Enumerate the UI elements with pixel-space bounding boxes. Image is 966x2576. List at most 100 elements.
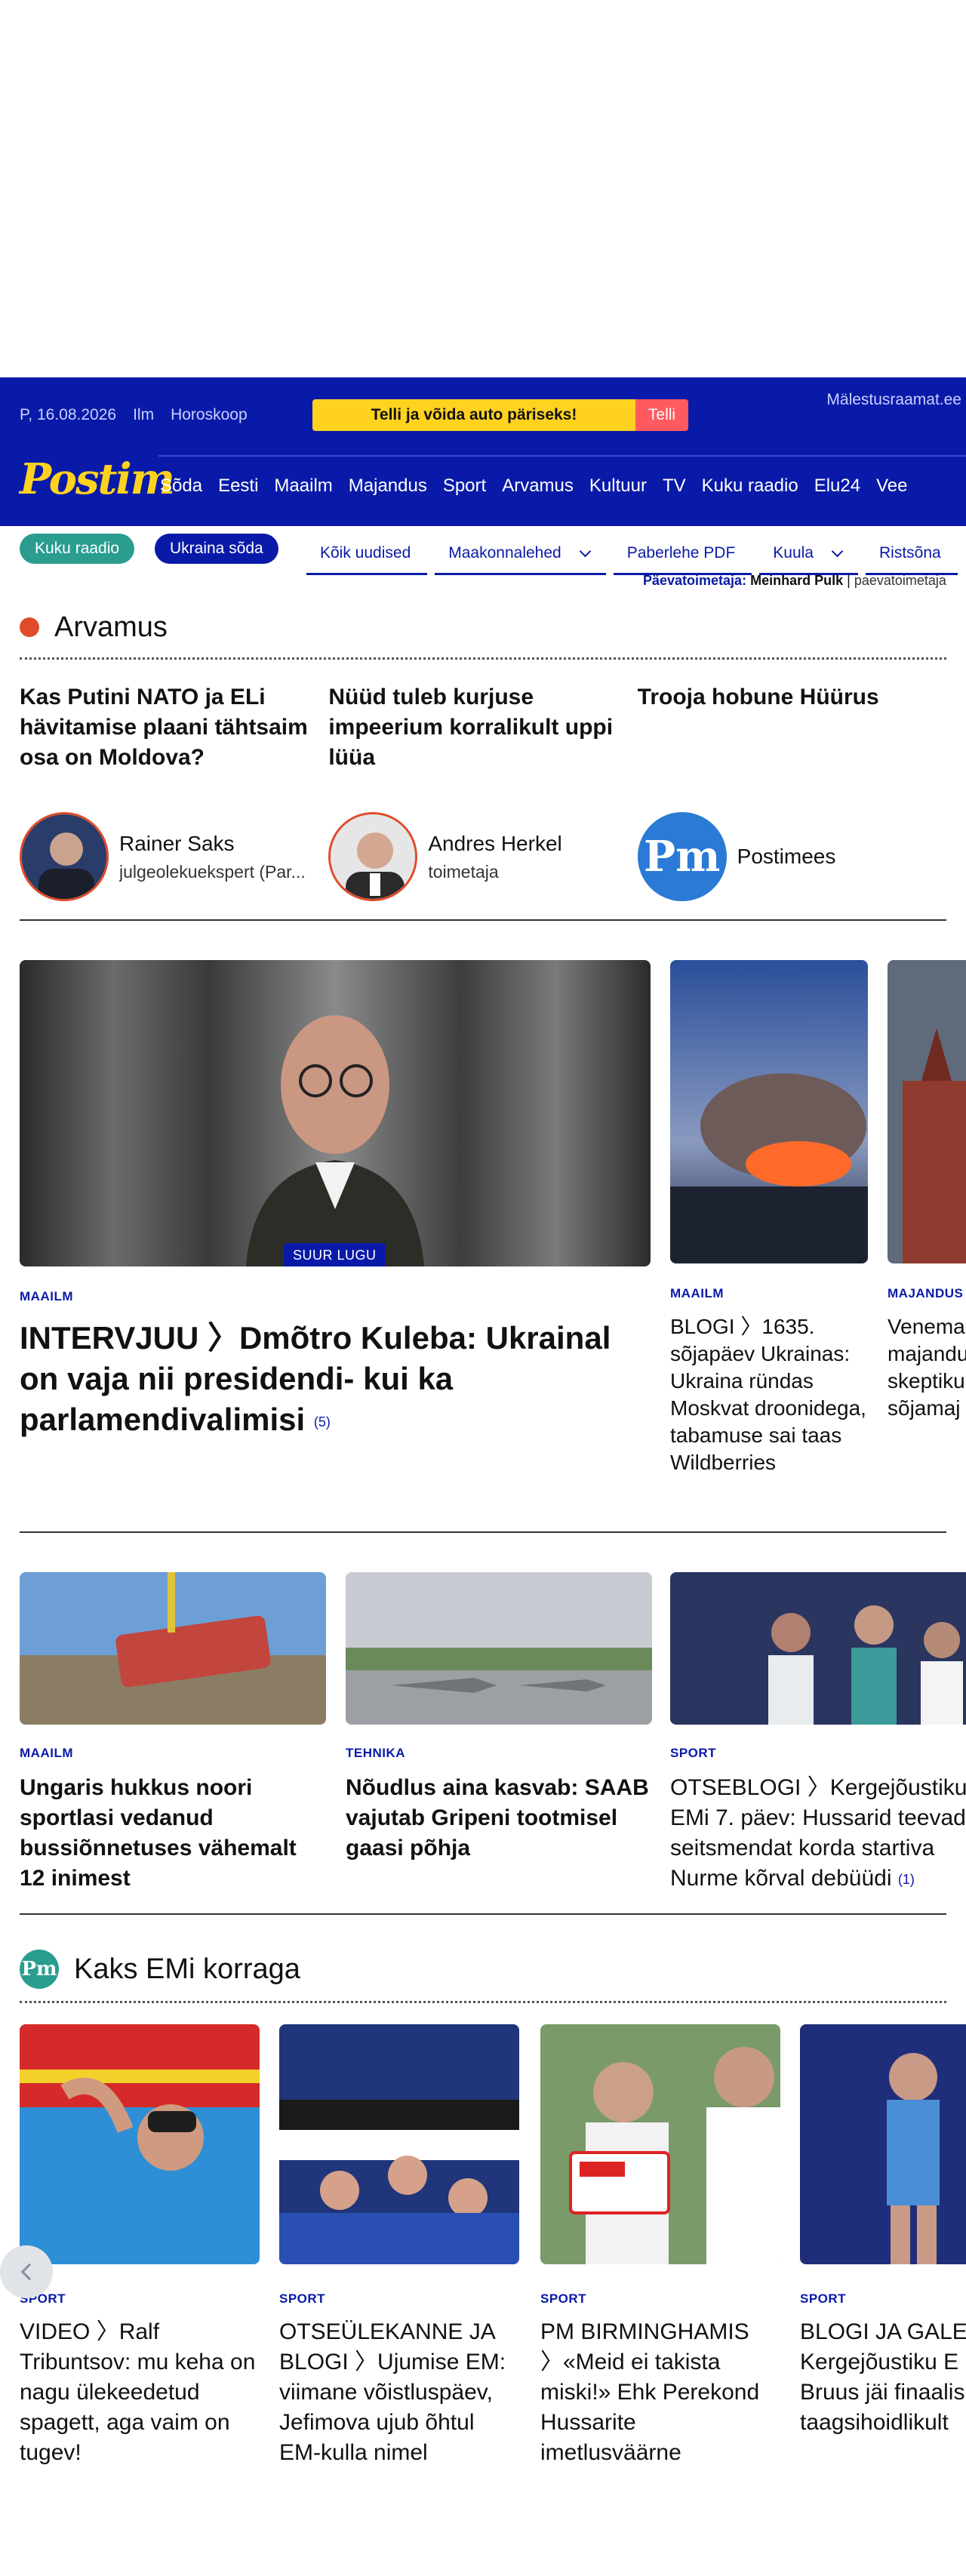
section-divider	[20, 919, 946, 921]
story-card[interactable]: SPORT VIDEO 〉Ralf Tribuntsov: mu keha on…	[20, 2024, 260, 2468]
postimees-logo[interactable]: Postim	[20, 454, 175, 504]
category-label[interactable]: MAAILM	[20, 1746, 326, 1761]
category-label[interactable]: MAAILM	[670, 1286, 868, 1301]
carousel-prev-button[interactable]	[0, 2245, 53, 2298]
category-label[interactable]: MAJANDUS	[888, 1286, 966, 1301]
story-title[interactable]: OTSEBLOGI 〉Kergejõustiku EMi 7. päev: Hu…	[670, 1775, 966, 1891]
opinion-card[interactable]: Kas Putini NATO ja ELi hävitamise plaani…	[20, 682, 328, 901]
author-name[interactable]: Postimees	[737, 845, 836, 869]
nav-item-eesti[interactable]: Eesti	[218, 475, 258, 497]
subnav-ristsona[interactable]: Ristsõna	[866, 534, 958, 575]
story-card[interactable]: SPORT OTSEÜLEKANNE JA BLOGI 〉Ujumise EM:…	[279, 2024, 519, 2468]
story-card[interactable]: SPORT BLOGI JA GALE Kergejõustiku E päev…	[800, 2024, 966, 2438]
author-role: julgeolekuekspert (Par...	[119, 861, 306, 882]
subscribe-promo[interactable]: Telli ja võida auto päriseks! Telli	[312, 399, 688, 431]
category-label[interactable]: MAAILM	[20, 1289, 651, 1304]
nav-item-vee[interactable]: Vee	[876, 475, 907, 497]
arvamus-section: Arvamus Kas Putini NATO ja ELi hävitamis…	[0, 597, 966, 921]
editor-email[interactable]: paevatoimetaja	[854, 573, 946, 588]
story-image[interactable]	[346, 1572, 652, 1725]
nav-item-soda[interactable]: Sõda	[160, 475, 202, 497]
author-name[interactable]: Andres Herkel	[428, 832, 632, 856]
subnav-koik-uudised[interactable]: Kõik uudised	[306, 534, 428, 575]
subscribe-button[interactable]: Telli	[635, 399, 688, 431]
nav-item-kuku-raadio[interactable]: Kuku raadio	[702, 475, 798, 497]
sub-nav: Kõik uudised Maakonnalehed Paberlehe PDF…	[306, 534, 965, 575]
story-card[interactable]: MAAILM Ungaris hukkus noori sportlasi ve…	[20, 1572, 326, 1894]
nav-item-sport[interactable]: Sport	[443, 475, 486, 497]
pill-ukraina-soda[interactable]: Ukraina sõda	[155, 534, 278, 564]
promo-text[interactable]: Telli ja võida auto päriseks!	[312, 399, 635, 431]
section-title[interactable]: Arvamus	[54, 611, 168, 644]
story-image[interactable]	[540, 2024, 780, 2264]
story-image[interactable]	[800, 2024, 966, 2264]
opinion-title[interactable]: Kas Putini NATO ja ELi hävitamise plaani…	[20, 682, 328, 812]
story-image[interactable]	[20, 2024, 260, 2264]
avatar	[328, 812, 418, 901]
main-nav: Sõda Eesti Maailm Majandus Sport Arvamus…	[160, 475, 923, 497]
comment-count[interactable]: (1)	[898, 1872, 915, 1887]
lead-image[interactable]: SUUR LUGU	[20, 960, 651, 1266]
story-title[interactable]: BLOGI JA GALE Kergejõustiku E päev: Bruu…	[800, 2317, 966, 2438]
nav-item-majandus[interactable]: Majandus	[349, 475, 427, 497]
category-label[interactable]: SPORT	[670, 1746, 966, 1761]
nav-item-maailm[interactable]: Maailm	[274, 475, 332, 497]
subnav-maakonnalehed[interactable]: Maakonnalehed	[435, 534, 606, 575]
malestusraamat-link[interactable]: Mälestusraamat.ee	[826, 391, 961, 409]
chevron-down-icon	[831, 545, 844, 557]
dotted-divider	[20, 657, 946, 660]
category-label[interactable]: SPORT	[540, 2291, 780, 2307]
story-title[interactable]: Ungaris hukkus noori sportlasi vedanud b…	[20, 1773, 326, 1894]
story-image[interactable]	[20, 1572, 326, 1725]
subnav-label: Paberlehe PDF	[626, 544, 736, 562]
lead-story[interactable]: SUUR LUGU MAAILM INTERVJUU 〉Dmõtro Kuleb…	[20, 960, 651, 1442]
section-dot-icon	[20, 617, 39, 637]
lead-section: SUUR LUGU MAAILM INTERVJUU 〉Dmõtro Kuleb…	[0, 960, 966, 1534]
side-story[interactable]: MAAILM BLOGI 〉1635. sõjapäev Ukrainas: U…	[670, 960, 868, 1476]
nav-item-kultuur[interactable]: Kultuur	[589, 475, 647, 497]
horoscope-link[interactable]: Horoskoop	[171, 406, 248, 424]
story-card[interactable]: SPORT OTSEBLOGI 〉Kergejõustiku EMi 7. pä…	[670, 1572, 966, 1894]
opinion-title[interactable]: Trooja hobune Hüürus	[638, 682, 946, 812]
opinion-card[interactable]: Nüüd tuleb kurjuse impeerium korralikult…	[328, 682, 637, 901]
subnav-label: Maakonnalehed	[448, 544, 561, 562]
section-title[interactable]: Kaks EMi korraga	[74, 1953, 300, 1986]
category-label[interactable]: SPORT	[279, 2291, 519, 2307]
story-title[interactable]: BLOGI 〉1635. sõjapäev Ukrainas: Ukraina …	[670, 1313, 868, 1476]
postimees-logo-icon: Pm	[20, 1950, 59, 1989]
chevron-down-icon	[579, 545, 591, 557]
story-title[interactable]: VIDEO 〉Ralf Tribuntsov: mu keha on nagu …	[20, 2317, 260, 2468]
subnav-kuula[interactable]: Kuula	[759, 534, 858, 575]
header-divider	[158, 455, 966, 457]
story-title[interactable]: Nõudlus aina kasvab: SAAB vajutab Gripen…	[346, 1773, 652, 1864]
category-label[interactable]: SPORT	[800, 2291, 966, 2307]
author-name[interactable]: Rainer Saks	[119, 832, 323, 856]
story-card[interactable]: SPORT PM BIRMINGHAMIS 〉«Meid ei takista …	[540, 2024, 780, 2468]
opinion-title[interactable]: Nüüd tuleb kurjuse impeerium korralikult…	[328, 682, 637, 812]
story-image[interactable]	[279, 2024, 519, 2264]
author-role: toimetaja	[428, 861, 499, 882]
story-image[interactable]	[888, 960, 966, 1263]
story-card[interactable]: TEHNIKA Nõudlus aina kasvab: SAAB vajuta…	[346, 1572, 652, 1864]
subnav-paberlehe-pdf[interactable]: Paberlehe PDF	[613, 534, 752, 575]
nav-item-elu24[interactable]: Elu24	[814, 475, 860, 497]
story-image[interactable]	[670, 1572, 966, 1725]
story-title[interactable]: PM BIRMINGHAMIS 〉«Meid ei takista miski!…	[540, 2317, 780, 2468]
dotted-divider	[20, 2001, 946, 2003]
pill-kuku-raadio[interactable]: Kuku raadio	[20, 534, 135, 564]
chevron-left-icon	[20, 2263, 38, 2281]
ad-space	[0, 0, 966, 377]
weather-link[interactable]: Ilm	[133, 406, 154, 424]
category-label[interactable]: SPORT	[20, 2291, 260, 2307]
side-story[interactable]: MAJANDUS Venema majandu skeptiku sõjamaj…	[888, 960, 966, 1422]
story-title[interactable]: Venema majandu skeptiku sõjamaj praod s	[888, 1313, 966, 1422]
nav-item-tv[interactable]: TV	[663, 475, 686, 497]
nav-item-arvamus[interactable]: Arvamus	[502, 475, 574, 497]
comment-count[interactable]: (5)	[314, 1414, 331, 1430]
opinion-card[interactable]: Trooja hobune Hüürus Pm Postimees	[637, 682, 946, 901]
story-title[interactable]: OTSEÜLEKANNE JA BLOGI 〉Ujumise EM: viima…	[279, 2317, 519, 2468]
category-label[interactable]: TEHNIKA	[346, 1746, 652, 1761]
story-image[interactable]	[670, 960, 868, 1263]
date: P, 16.08.2026	[20, 406, 117, 423]
big-story-badge: SUUR LUGU	[284, 1243, 386, 1266]
